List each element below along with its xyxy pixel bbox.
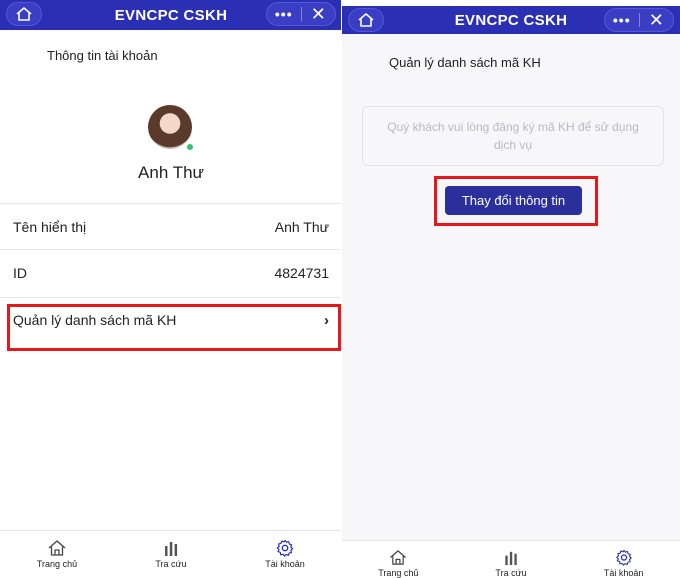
account-panel: EVNCPC CSKH ••• ✕ Thông tin tài khoản An… (0, 0, 342, 578)
empty-notice: Quý khách vui lòng đăng ký mã KH để sử d… (362, 106, 664, 166)
nav-account-label: Tài khoản (265, 559, 305, 569)
id-label: ID (13, 265, 27, 281)
gear-icon (276, 539, 294, 557)
nav-home[interactable]: Trang chủ (342, 541, 455, 578)
divider (0, 249, 342, 250)
bar-chart-icon (505, 551, 517, 566)
avatar (148, 105, 192, 149)
id-value: 04824731 (266, 265, 329, 281)
top-bar: EVNCPC CSKH ••• ✕ (342, 6, 680, 34)
home-icon (390, 550, 407, 565)
home-icon (48, 540, 66, 556)
more-icon[interactable]: ••• (267, 3, 301, 25)
gear-icon (615, 549, 632, 566)
user-name: Anh Thư (138, 163, 204, 182)
section-title: Quản lý danh sách mã KH (389, 55, 541, 70)
section-title: Thông tin tài khoản (47, 48, 158, 63)
display-name-row: Tên hiển thị Anh Thư (0, 205, 342, 249)
nav-home[interactable]: Trang chủ (0, 531, 114, 578)
nav-home-label: Trang chủ (36, 559, 78, 569)
more-icon[interactable]: ••• (605, 9, 639, 31)
nav-account[interactable]: Tài khoản (228, 531, 342, 578)
customer-codes-panel: EVNCPC CSKH ••• ✕ Quản lý danh sách mã K… (342, 0, 680, 578)
nav-lookup-label: Tra cứu (155, 559, 187, 569)
close-icon[interactable]: ✕ (302, 3, 336, 25)
top-bar: EVNCPC CSKH ••• ✕ (0, 0, 342, 30)
highlight-box (7, 304, 341, 351)
display-name-value: Anh Thư (274, 219, 329, 235)
id-redaction (184, 264, 274, 282)
bottom-nav: Trang chủ Tra cứu Tài khoản (0, 530, 342, 578)
nav-lookup[interactable]: Tra cứu (114, 531, 228, 578)
mini-program-capsule: ••• ✕ (266, 2, 336, 26)
nav-account[interactable]: Tài khoản (567, 541, 680, 578)
divider (0, 203, 342, 204)
nav-lookup-label: Tra cứu (495, 568, 527, 578)
id-row: ID 04824731 (0, 251, 342, 295)
nav-account-label: Tài khoản (603, 568, 644, 578)
highlight-box (434, 176, 598, 226)
nav-home-label: Trang chủ (378, 568, 419, 578)
nav-lookup[interactable]: Tra cứu (455, 541, 568, 578)
online-status-dot (185, 142, 195, 152)
bar-chart-icon (165, 542, 178, 556)
mini-program-capsule: ••• ✕ (604, 8, 674, 32)
close-icon[interactable]: ✕ (640, 9, 674, 31)
bottom-nav: Trang chủ Tra cứu Tài khoản (342, 540, 680, 578)
display-name-label: Tên hiển thị (13, 219, 87, 235)
